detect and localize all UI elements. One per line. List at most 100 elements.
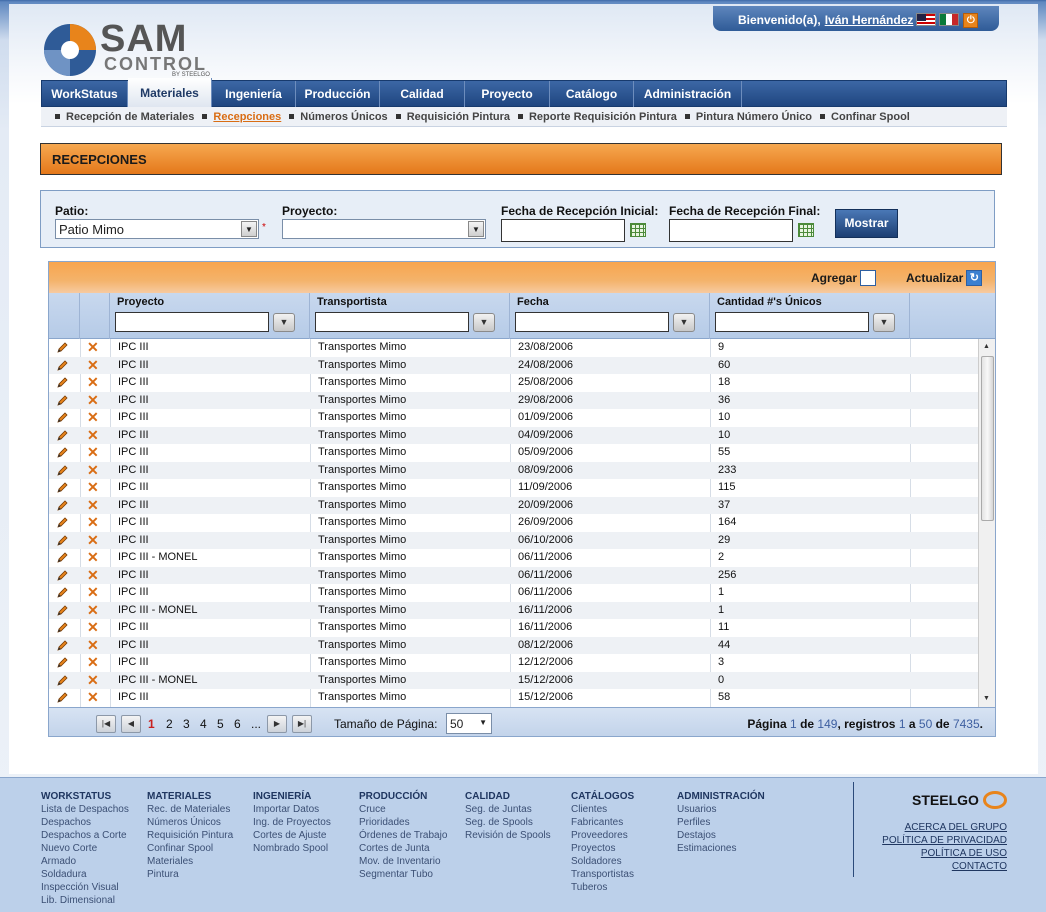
table-row[interactable]: ✕ IPC III Transportes Mimo 06/11/2006 256 [49,566,978,584]
delete-x-icon[interactable]: ✕ [87,689,99,705]
footer-link[interactable]: Armado [41,855,129,868]
footer-link[interactable]: Cruce [359,803,447,816]
edit-pencil-icon[interactable] [56,516,69,529]
last-page-icon[interactable]: ▶| [292,715,312,733]
delete-x-icon[interactable]: ✕ [87,357,99,373]
footer-link[interactable]: Proyectos [571,842,634,855]
footer-link[interactable]: Pintura [147,868,233,881]
tab-calidad[interactable]: Calidad [380,81,465,107]
delete-x-icon[interactable]: ✕ [87,584,99,600]
footer-link[interactable]: Usuarios [677,803,765,816]
subnav-requisicion-pintura[interactable]: Requisición Pintura [407,111,510,123]
chevron-down-icon[interactable]: ▼ [479,718,487,727]
delete-x-icon[interactable]: ✕ [87,672,99,688]
calendar-icon[interactable] [630,223,646,237]
table-row[interactable]: ✕ IPC III Transportes Mimo 24/08/2006 60 [49,356,978,374]
edit-pencil-icon[interactable] [56,674,69,687]
footer-link[interactable]: Confinar Spool [147,842,233,855]
edit-pencil-icon[interactable] [56,621,69,634]
table-row[interactable]: ✕ IPC III Transportes Mimo 05/09/2006 55 [49,444,978,462]
table-row[interactable]: ✕ IPC III Transportes Mimo 16/11/2006 11 [49,619,978,637]
page-link-3[interactable]: 3 [183,717,190,731]
footer-link[interactable]: Importar Datos [253,803,331,816]
us-flag-icon[interactable] [916,13,937,26]
delete-x-icon[interactable]: ✕ [87,637,99,653]
table-row[interactable]: ✕ IPC III - MONEL Transportes Mimo 06/11/20… [49,549,978,567]
link-acerca-del-grupo[interactable]: ACERCA DEL GRUPO [905,822,1007,833]
edit-pencil-icon[interactable] [56,411,69,424]
delete-x-icon[interactable]: ✕ [87,374,99,390]
column-header-transportista[interactable]: Transportista [317,296,387,308]
footer-link[interactable]: Seg. de Spools [465,816,551,829]
column-header-fecha[interactable]: Fecha [517,296,549,308]
subnav-recepciones[interactable]: Recepciones [213,111,281,123]
delete-x-icon[interactable]: ✕ [87,462,99,478]
delete-x-icon[interactable]: ✕ [87,392,99,408]
page-link-1[interactable]: 1 [148,717,155,731]
fecha-final-input[interactable] [669,219,793,242]
edit-pencil-icon[interactable] [56,656,69,669]
edit-pencil-icon[interactable] [56,429,69,442]
link-politica-privacidad[interactable]: POLÍTICA DE PRIVACIDAD [882,835,1007,846]
table-row[interactable]: ✕ IPC III Transportes Mimo 29/08/2006 36 [49,391,978,409]
footer-link[interactable]: Despachos [41,816,129,829]
footer-link[interactable]: Destajos [677,829,765,842]
edit-pencil-icon[interactable] [56,394,69,407]
link-contacto[interactable]: CONTACTO [952,861,1007,872]
footer-link[interactable]: Nuevo Corte [41,842,129,855]
footer-link[interactable]: Proveedores [571,829,634,842]
tab-catalogo[interactable]: Catálogo [550,81,634,107]
tab-produccion[interactable]: Producción [296,81,380,107]
footer-link[interactable]: Seg. de Juntas [465,803,551,816]
chevron-down-icon[interactable]: ▼ [468,221,484,237]
table-row[interactable]: ✕ IPC III Transportes Mimo 20/09/2006 37 [49,496,978,514]
delete-x-icon[interactable]: ✕ [87,619,99,635]
page-link-4[interactable]: 4 [200,717,207,731]
edit-pencil-icon[interactable] [56,376,69,389]
footer-link[interactable]: Ing. de Proyectos [253,816,331,829]
edit-pencil-icon[interactable] [56,586,69,599]
footer-link[interactable]: Segmentar Tubo [359,868,447,881]
table-row[interactable]: ✕ IPC III Transportes Mimo 06/10/2006 29 [49,531,978,549]
delete-x-icon[interactable]: ✕ [87,409,99,425]
link-politica-uso[interactable]: POLÍTICA DE USO [921,848,1007,859]
edit-pencil-icon[interactable] [56,534,69,547]
table-row[interactable]: ✕ IPC III Transportes Mimo 08/12/2006 44 [49,636,978,654]
edit-pencil-icon[interactable] [56,481,69,494]
subnav-reporte-requisicion[interactable]: Reporte Requisición Pintura [529,111,677,123]
edit-pencil-icon[interactable] [56,359,69,372]
table-row[interactable]: ✕ IPC III Transportes Mimo 06/11/2006 1 [49,584,978,602]
filter-icon[interactable]: ▼ [873,313,895,332]
delete-x-icon[interactable]: ✕ [87,479,99,495]
calendar-icon[interactable] [798,223,814,237]
footer-link[interactable]: Órdenes de Trabajo [359,829,447,842]
edit-pencil-icon[interactable] [56,446,69,459]
table-row[interactable]: ✕ IPC III Transportes Mimo 26/09/2006 164 [49,514,978,532]
patio-select[interactable]: Patio Mimo ▼ [55,219,259,239]
footer-link[interactable]: Inspección Visual [41,881,129,894]
table-row[interactable]: ✕ IPC III Transportes Mimo 25/08/2006 18 [49,374,978,392]
footer-link[interactable]: Estimaciones [677,842,765,855]
scroll-up-icon[interactable]: ▲ [983,343,990,350]
delete-x-icon[interactable]: ✕ [87,339,99,355]
footer-link[interactable]: Números Únicos [147,816,233,829]
mostrar-button[interactable]: Mostrar [835,209,898,238]
footer-link[interactable]: Soldadores [571,855,634,868]
filter-icon[interactable]: ▼ [673,313,695,332]
filter-input-proyecto[interactable] [115,312,269,332]
scrollbar-thumb[interactable] [981,356,994,521]
subnav-numeros-unicos[interactable]: Números Únicos [300,111,387,123]
filter-icon[interactable]: ▼ [473,313,495,332]
delete-x-icon[interactable]: ✕ [87,532,99,548]
tab-ingenieria[interactable]: Ingeniería [212,81,296,107]
first-page-icon[interactable]: |◀ [96,715,116,733]
subnav-confinar-spool[interactable]: Confinar Spool [831,111,910,123]
delete-x-icon[interactable]: ✕ [87,567,99,583]
table-row[interactable]: ✕ IPC III Transportes Mimo 12/12/2006 3 [49,654,978,672]
table-row[interactable]: ✕ IPC III Transportes Mimo 15/12/2006 58 [49,689,978,707]
tab-materiales[interactable]: Materiales [128,78,212,107]
page-link-6[interactable]: 6 [234,717,241,731]
footer-link[interactable]: Tuberos [571,881,634,894]
footer-link[interactable]: Cortes de Ajuste [253,829,331,842]
chevron-down-icon[interactable]: ▼ [241,221,257,237]
